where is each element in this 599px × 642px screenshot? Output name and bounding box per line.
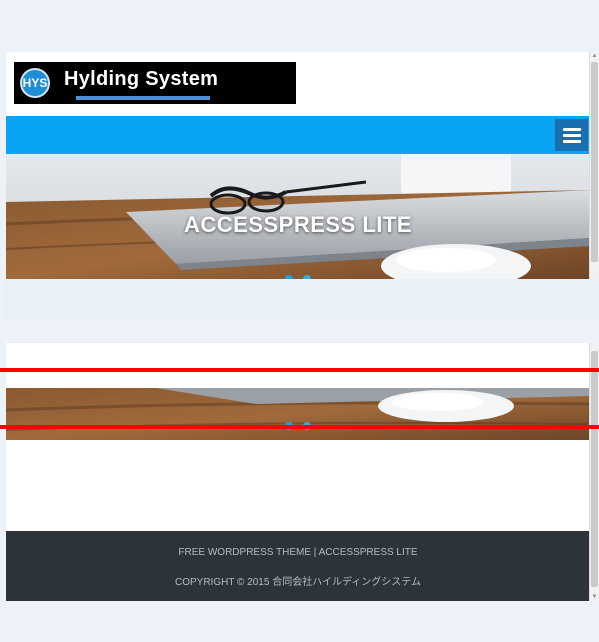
hero-image	[6, 388, 590, 440]
hero-slider: ACCESSPRESS LITE	[6, 154, 590, 279]
red-marker-line	[0, 368, 599, 372]
hamburger-icon	[563, 128, 581, 131]
scroll-down-icon[interactable]: ▼	[590, 593, 599, 601]
site-logo[interactable]: HYS Hylding System	[14, 62, 296, 104]
logo-badge: HYS	[20, 68, 50, 98]
scrollbar-thumb[interactable]	[591, 62, 598, 262]
hero-title: ACCESSPRESS LITE	[183, 212, 413, 237]
scrollbar-thumb[interactable]	[591, 351, 598, 587]
slider-dot[interactable]	[303, 275, 311, 279]
logo-underline	[76, 96, 210, 100]
footer-credit: FREE WORDPRESS THEME | ACCESSPRESS LITE	[178, 547, 418, 558]
page-viewport-top: HYS Hylding System ACCESSPRESS LITE	[6, 52, 590, 279]
red-marker-line	[0, 425, 599, 429]
site-header: HYS Hylding System	[6, 52, 590, 116]
scroll-up-icon[interactable]: ▲	[590, 52, 599, 60]
slider-dot[interactable]	[285, 275, 293, 279]
screenshot-top: HYS Hylding System ACCESSPRESS LITE ▲	[6, 52, 599, 319]
page-viewport-bottom: FREE WORDPRESS THEME | ACCESSPRESS LITE …	[6, 343, 590, 601]
logo-title: Hylding System	[64, 68, 219, 90]
vertical-scrollbar[interactable]: ▲	[589, 52, 599, 279]
main-navigation	[6, 116, 590, 154]
site-footer: FREE WORDPRESS THEME | ACCESSPRESS LITE …	[6, 531, 590, 601]
hero-slider-bottom	[6, 388, 590, 440]
menu-toggle-button[interactable]	[555, 119, 588, 151]
footer-copyright: COPYRIGHT © 2015 合同会社ハイルディングシステム	[174, 577, 422, 588]
screenshot-bottom: FREE WORDPRESS THEME | ACCESSPRESS LITE …	[6, 343, 599, 601]
vertical-scrollbar[interactable]: ▼	[589, 343, 599, 601]
